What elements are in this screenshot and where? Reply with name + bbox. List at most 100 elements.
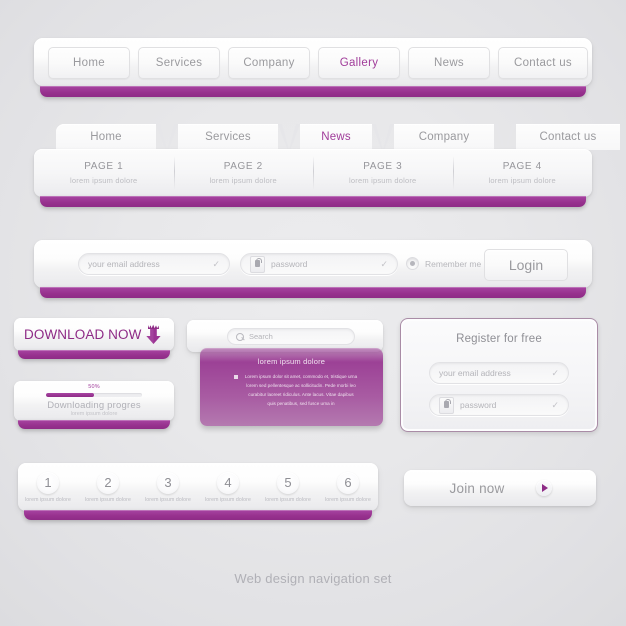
page-panel: PAGE 1 lorem ipsum dolore PAGE 2 lorem i… <box>34 149 592 197</box>
page-list: PAGE 1 lorem ipsum dolore PAGE 2 lorem i… <box>34 149 592 197</box>
nav-button-label: Services <box>155 57 203 69</box>
login-button[interactable]: Login <box>484 249 568 281</box>
tab-news[interactable]: News <box>300 124 372 150</box>
lock-icon <box>250 255 265 273</box>
register-password-placeholder: password <box>460 400 497 410</box>
step-item-1[interactable]: 1 lorem ipsum dolore <box>18 463 78 511</box>
progress-subtitle: lorem ipsum dolore <box>70 411 118 417</box>
tab-company[interactable]: Company <box>394 124 494 150</box>
page-panel-accent <box>40 196 586 207</box>
nav-button-news[interactable]: News <box>408 47 490 79</box>
search-placeholder: Search <box>249 332 273 341</box>
steps-list: 1 lorem ipsum dolore 2 lorem ipsum dolor… <box>18 463 378 511</box>
tab-contact-us[interactable]: Contact us <box>516 124 620 150</box>
nav-button-gallery[interactable]: Gallery <box>318 47 400 79</box>
tab-label: Contact us <box>539 131 597 143</box>
login-email-field[interactable]: your email address ✓ <box>78 253 230 275</box>
register-email-field[interactable]: your email address ✓ <box>429 362 569 384</box>
search-icon <box>236 332 244 341</box>
download-arrow-icon <box>146 324 161 344</box>
login-password-placeholder: password <box>271 259 308 269</box>
join-now-label: Join now <box>449 480 505 496</box>
login-button-label: Login <box>508 257 544 273</box>
join-now-button[interactable]: Join now <box>404 470 596 506</box>
remember-me-option[interactable]: Remember me <box>406 257 481 270</box>
dropdown-body-text: Lorem ipsum dolor sit amet, commodo et, … <box>244 374 358 406</box>
step-item-4[interactable]: 4 lorem ipsum dolore <box>198 463 258 511</box>
nav-button-bar-accent <box>40 86 586 97</box>
tab-services[interactable]: Services <box>178 124 278 150</box>
page-subtitle: lorem ipsum dolore <box>488 176 556 185</box>
tab-separator-icon <box>156 124 178 150</box>
play-arrow-icon <box>536 480 552 496</box>
tab-separator-icon <box>278 124 300 150</box>
step-subtitle: lorem ipsum dolore <box>325 496 371 503</box>
check-icon: ✓ <box>551 367 559 378</box>
download-now-button[interactable]: DOWNLOAD NOW <box>14 318 174 351</box>
step-number: 5 <box>277 471 299 494</box>
tab-home[interactable]: Home <box>56 124 156 150</box>
login-password-field[interactable]: password ✓ <box>240 253 398 275</box>
steps-panel-accent <box>24 510 372 520</box>
nav-button-label: Home <box>73 57 105 69</box>
page-subtitle: lorem ipsum dolore <box>70 176 138 185</box>
step-subtitle: lorem ipsum dolore <box>145 496 191 503</box>
page-subtitle: lorem ipsum dolore <box>209 176 277 185</box>
tab-strip: Home Services News Company Contact us <box>56 124 620 150</box>
radio-icon[interactable] <box>406 257 419 270</box>
tab-label: News <box>321 131 351 143</box>
nav-button-label: Contact us <box>514 57 572 69</box>
page-title: Web design navigation set <box>234 571 392 586</box>
register-title: Register for free <box>456 333 542 345</box>
step-item-2[interactable]: 2 lorem ipsum dolore <box>78 463 138 511</box>
nav-button-label: Company <box>243 57 295 69</box>
page-title: PAGE 4 <box>502 161 542 172</box>
lock-icon <box>439 396 454 414</box>
progress-title: Downloading progres <box>47 400 141 411</box>
progress-track <box>46 393 142 397</box>
steps-panel: 1 lorem ipsum dolore 2 lorem ipsum dolor… <box>18 463 378 511</box>
bullet-icon <box>234 375 238 379</box>
register-panel: Register for free your email address ✓ p… <box>400 318 598 432</box>
step-item-3[interactable]: 3 lorem ipsum dolore <box>138 463 198 511</box>
step-item-6[interactable]: 6 lorem ipsum dolore <box>318 463 378 511</box>
step-subtitle: lorem ipsum dolore <box>265 496 311 503</box>
step-subtitle: lorem ipsum dolore <box>205 496 251 503</box>
download-now-accent <box>18 350 170 359</box>
page-item-2[interactable]: PAGE 2 lorem ipsum dolore <box>173 149 314 197</box>
tab-separator-icon <box>494 124 516 150</box>
register-password-field[interactable]: password ✓ <box>429 394 569 416</box>
check-icon: ✓ <box>212 258 220 269</box>
tab-label: Company <box>418 131 470 143</box>
nav-button-label: News <box>434 57 464 69</box>
page-title: PAGE 1 <box>84 161 124 172</box>
login-email-placeholder: your email address <box>88 259 160 269</box>
search-input[interactable]: Search <box>227 328 355 345</box>
step-number: 2 <box>97 471 119 494</box>
page-title: PAGE 3 <box>363 161 403 172</box>
register-email-placeholder: your email address <box>439 368 511 378</box>
login-bar: your email address ✓ password ✓ Remember… <box>34 240 592 288</box>
tab-label: Services <box>205 131 251 143</box>
nav-button-services[interactable]: Services <box>138 47 220 79</box>
page-item-3[interactable]: PAGE 3 lorem ipsum dolore <box>313 149 453 197</box>
check-icon: ✓ <box>380 258 388 269</box>
ui-kit-canvas: Home Services Company Gallery News Conta… <box>0 0 626 626</box>
page-item-1[interactable]: PAGE 1 lorem ipsum dolore <box>34 149 174 197</box>
dropdown-panel: lorem ipsum dolore Lorem ipsum dolor sit… <box>200 348 383 426</box>
page-item-4[interactable]: PAGE 4 lorem ipsum dolore <box>452 149 593 197</box>
nav-button-home[interactable]: Home <box>48 47 130 79</box>
page-subtitle: lorem ipsum dolore <box>349 176 417 185</box>
nav-button-company[interactable]: Company <box>228 47 310 79</box>
tab-label: Home <box>90 131 122 143</box>
check-icon: ✓ <box>551 399 559 410</box>
nav-button-list: Home Services Company Gallery News Conta… <box>48 47 588 79</box>
nav-button-label: Gallery <box>339 57 379 69</box>
step-subtitle: lorem ipsum dolore <box>25 496 71 503</box>
dropdown-title: lorem ipsum dolore <box>257 357 326 366</box>
page-title: PAGE 2 <box>223 161 263 172</box>
step-item-5[interactable]: 5 lorem ipsum dolore <box>258 463 318 511</box>
step-number: 4 <box>217 471 239 494</box>
nav-button-contact-us[interactable]: Contact us <box>498 47 588 79</box>
step-subtitle: lorem ipsum dolore <box>85 496 131 503</box>
